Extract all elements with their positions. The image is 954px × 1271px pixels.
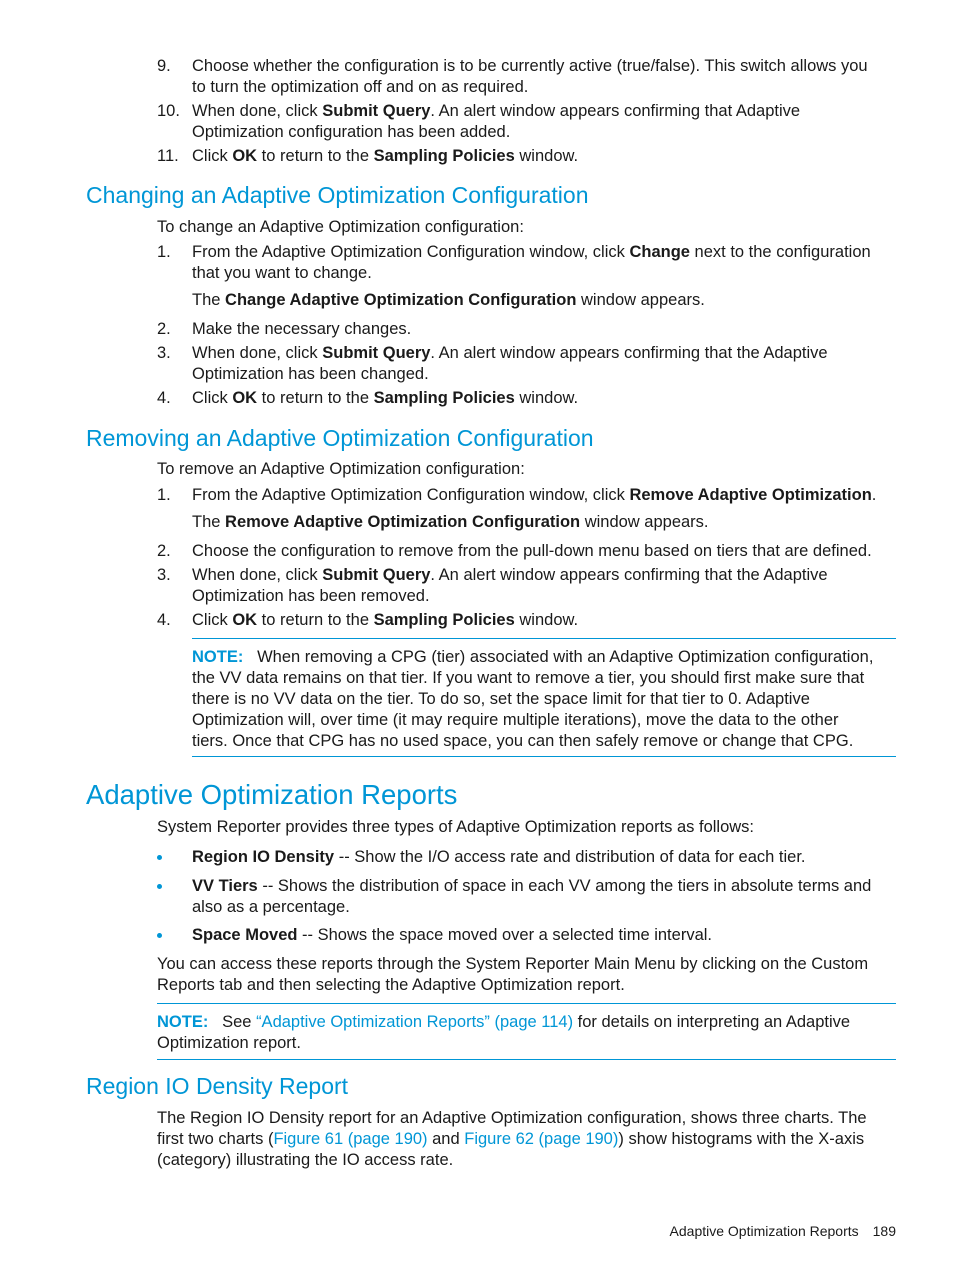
step-text: Choose the configuration to remove from … [192, 542, 872, 560]
reports-intro: System Reporter provides three types of … [157, 818, 755, 836]
section-heading-removing: Removing an Adaptive Optimization Config… [86, 425, 594, 451]
step-text: Choose whether the configuration is to b… [192, 57, 868, 96]
note-see-reports: NOTE: See “Adaptive Optimization Reports… [157, 1013, 851, 1052]
bullet-space-moved: Space Moved -- Shows the space moved ove… [192, 926, 712, 944]
region-io-paragraph: The Region IO Density report for an Adap… [157, 1109, 867, 1169]
step-text: From the Adaptive Optimization Configura… [192, 486, 877, 504]
step-text: When done, click Submit Query. An alert … [192, 102, 801, 141]
step-text: Click OK to return to the Sampling Polic… [192, 611, 579, 629]
section-heading-changing: Changing an Adaptive Optimization Config… [86, 182, 589, 208]
footer-section-title: Adaptive Optimization Reports [669, 1223, 859, 1239]
note-rule-bottom [192, 756, 896, 757]
remove-window-appears: The Remove Adaptive Optimization Configu… [192, 513, 709, 531]
note-rule-bottom [157, 1059, 896, 1060]
step-text: Click OK to return to the Sampling Polic… [192, 389, 579, 407]
change-window-appears: The Change Adaptive Optimization Configu… [192, 291, 705, 309]
note-label: NOTE: [157, 1013, 209, 1031]
step-text: When done, click Submit Query. An alert … [192, 344, 828, 383]
reports-access-text: You can access these reports through the… [157, 955, 869, 994]
section-heading-reports: Adaptive Optimization Reports [86, 779, 458, 810]
step-text: Click OK to return to the Sampling Polic… [192, 147, 579, 165]
section-heading-region-io: Region IO Density Report [86, 1073, 349, 1099]
step-number: 2. [157, 320, 171, 338]
note-rule-top [192, 638, 896, 639]
page-number: 189 [872, 1223, 896, 1239]
bullet-icon [157, 933, 162, 938]
step-number: 4. [157, 611, 171, 629]
note-rule-top [157, 1003, 896, 1004]
step-text: When done, click Submit Query. An alert … [192, 566, 828, 605]
note-remove-cpg: NOTE: When removing a CPG (tier) associa… [192, 648, 874, 750]
bullet-region-io-density: Region IO Density -- Show the I/O access… [192, 848, 806, 866]
step-number: 3. [157, 566, 171, 584]
page-footer: Adaptive Optimization Reports 189 [656, 1222, 896, 1240]
bullet-icon [157, 884, 162, 889]
step-number: 4. [157, 389, 171, 407]
step-number: 10. [157, 102, 180, 120]
removing-intro: To remove an Adaptive Optimization confi… [157, 460, 525, 478]
step-number: 3. [157, 344, 171, 362]
step-number: 11. [157, 147, 179, 165]
bullet-icon [157, 855, 162, 860]
step-number: 1. [157, 243, 171, 261]
step-number: 2. [157, 542, 171, 560]
step-text: From the Adaptive Optimization Configura… [192, 243, 871, 282]
step-number: 1. [157, 486, 171, 504]
step-text: Make the necessary changes. [192, 320, 412, 338]
link-adaptive-optimization-reports[interactable]: “Adaptive Optimization Reports” (page 11… [256, 1013, 573, 1031]
link-figure-62[interactable]: Figure 62 (page 190) [464, 1130, 618, 1148]
document-page: 9. Choose whether the configuration is t… [0, 0, 954, 1271]
bullet-vv-tiers: VV Tiers -- Shows the distribution of sp… [192, 877, 872, 916]
note-label: NOTE: [192, 648, 244, 666]
changing-intro: To change an Adaptive Optimization confi… [157, 218, 524, 236]
step-number: 9. [157, 57, 171, 75]
link-figure-61[interactable]: Figure 61 (page 190) [273, 1130, 427, 1148]
